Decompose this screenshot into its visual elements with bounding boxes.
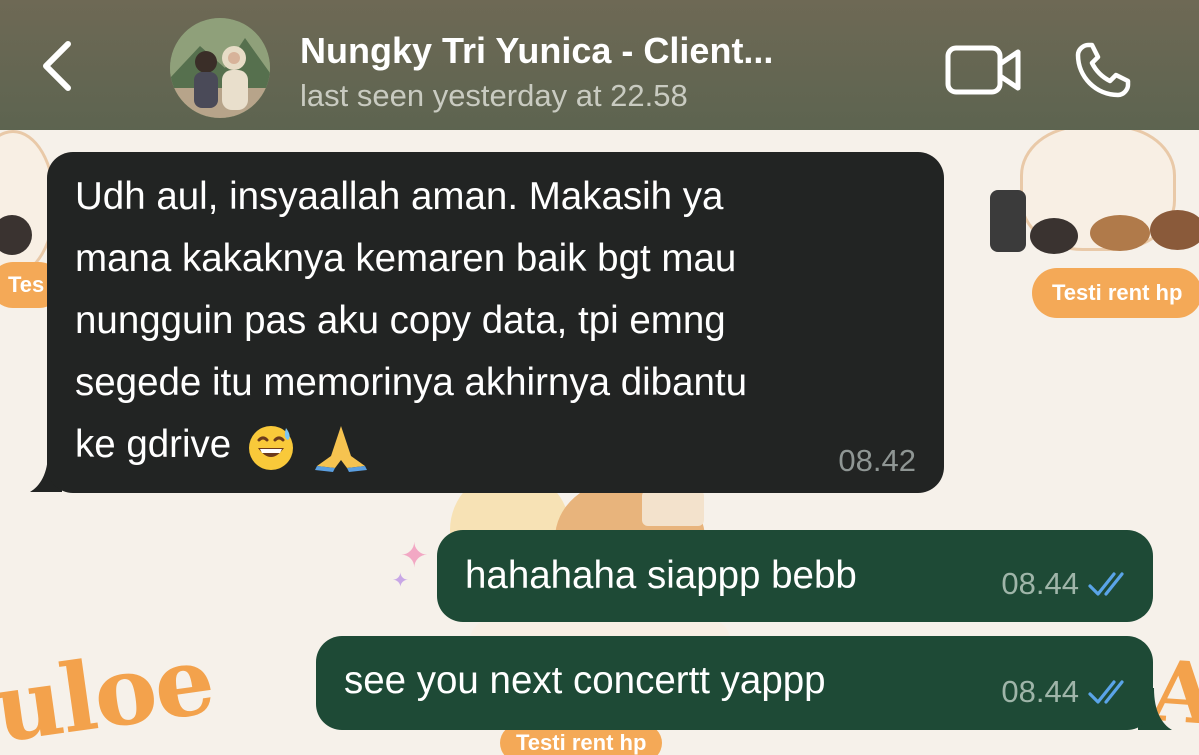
outgoing-message-bubble[interactable]: hahahaha siappp bebb 08.44 (437, 530, 1153, 622)
contact-avatar[interactable] (170, 18, 270, 118)
message-meta: 08.44 (1001, 672, 1131, 712)
message-line: nungguin pas aku copy data, tpi emng (75, 299, 726, 342)
chevron-left-icon (43, 41, 71, 91)
chat-screen: Tes Testi rent hp ✦ ✦ uloe Aulo Testi re… (0, 0, 1199, 755)
grinning-sweat-emoji (248, 425, 293, 470)
avatar-photo (170, 18, 270, 118)
message-line: mana kakaknya kemaren baik bgt mau (75, 237, 737, 280)
incoming-message-bubble[interactable]: Udh aul, insyaallah aman. Makasih ya man… (47, 152, 944, 493)
voice-call-button[interactable] (1068, 38, 1138, 102)
message-line: Udh aul, insyaallah aman. Makasih ya (75, 175, 724, 218)
message-time: 08.44 (1001, 674, 1079, 709)
contact-last-seen: last seen yesterday at 22.58 (300, 78, 688, 113)
wallpaper-shoe-right-2 (1090, 215, 1150, 251)
folded-hands-emoji (314, 425, 367, 472)
wallpaper-logo-text: uloe (0, 625, 220, 755)
phone-icon (1075, 42, 1131, 98)
message-time: 08.42 (838, 443, 916, 478)
wallpaper-star-purple: ✦ (392, 570, 409, 592)
wallpaper-shoe-right-1 (1030, 218, 1078, 254)
wallpaper-tag-right: Testi rent hp (1032, 268, 1199, 318)
message-line: ke gdrive (75, 423, 232, 466)
double-check-read-icon (1088, 680, 1124, 704)
back-button[interactable] (26, 36, 86, 96)
message-time: 08.44 (1001, 566, 1079, 601)
video-camera-icon (945, 45, 1021, 95)
wallpaper-badge (642, 490, 704, 526)
message-line: segede itu memorinya akhirnya dibantu (75, 361, 748, 404)
message-line-last: ke gdrive (75, 414, 916, 476)
video-call-button[interactable] (940, 40, 1028, 100)
outgoing-message-bubble[interactable]: see you next concertt yappp 08.44 (316, 636, 1153, 730)
contact-name[interactable]: Nungky Tri Yunica - Client... (300, 30, 773, 72)
incoming-message-text: Udh aul, insyaallah aman. Makasih ya man… (75, 166, 916, 476)
chat-header: Nungky Tri Yunica - Client... last seen … (0, 0, 1199, 130)
message-meta: 08.42 (838, 441, 916, 481)
wallpaper-shoe-right-3 (1150, 210, 1199, 250)
message-meta: 08.44 (1001, 564, 1131, 604)
wallpaper-phone (990, 190, 1026, 252)
double-check-read-icon (1088, 572, 1124, 596)
